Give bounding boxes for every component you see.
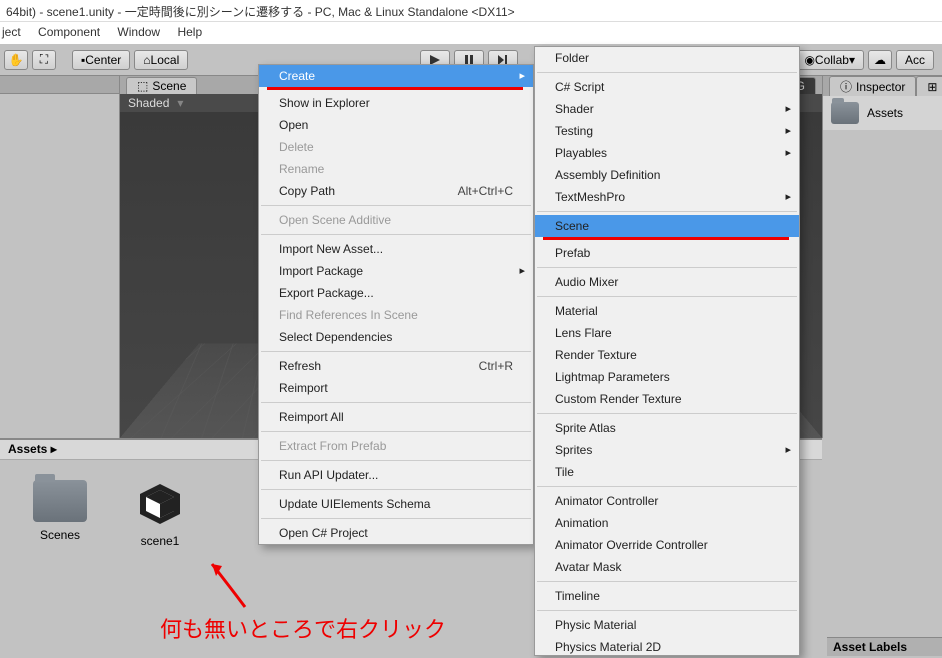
window-titlebar: 64bit) - scene1.unity - 一定時間後に別シーンに遷移する … (0, 0, 942, 22)
menu-create-assembly-definition[interactable]: Assembly Definition (535, 164, 799, 186)
account-button[interactable]: Acc (896, 50, 934, 70)
menu-create-audio-mixer[interactable]: Audio Mixer (535, 271, 799, 293)
menu-separator (537, 610, 797, 611)
menu-create-cs-script[interactable]: C# Script (535, 76, 799, 98)
menu-extract-from-prefab: Extract From Prefab (259, 435, 533, 457)
asset-label: scene1 (141, 534, 180, 548)
shortcut-label: Alt+Ctrl+C (458, 184, 513, 198)
asset-labels-header: Asset Labels (827, 637, 942, 656)
annotation-underline (543, 237, 789, 240)
unity-scene-icon (136, 480, 184, 528)
create-submenu: Folder C# Script Shader Testing Playable… (534, 46, 800, 656)
inspector-assets-label: Assets (867, 106, 903, 120)
menu-create-sprites[interactable]: Sprites (535, 439, 799, 461)
menu-separator (537, 413, 797, 414)
menu-create-animator-override[interactable]: Animator Override Controller (535, 534, 799, 556)
menu-separator (261, 518, 531, 519)
collab-button[interactable]: ◉ Collab ▾ (795, 50, 864, 70)
menu-create-avatar-mask[interactable]: Avatar Mask (535, 556, 799, 578)
transform-tool-button[interactable]: ⛶ (32, 50, 56, 70)
folder-icon (33, 480, 87, 522)
menu-reimport[interactable]: Reimport (259, 377, 533, 399)
asset-label: Scenes (40, 528, 80, 542)
menu-delete: Delete (259, 136, 533, 158)
menu-create-shader[interactable]: Shader (535, 98, 799, 120)
menu-refresh[interactable]: RefreshCtrl+R (259, 355, 533, 377)
menu-separator (537, 581, 797, 582)
menu-help[interactable]: Help (177, 25, 202, 39)
scene-tab[interactable]: ⬚ Scene (126, 77, 197, 94)
menu-create-prefab[interactable]: Prefab (535, 242, 799, 264)
project-context-menu: Create Show in Explorer Open Delete Rena… (258, 64, 534, 545)
menu-open[interactable]: Open (259, 114, 533, 136)
menu-create-render-texture[interactable]: Render Texture (535, 344, 799, 366)
cloud-button[interactable]: ☁ (868, 50, 892, 70)
menu-separator (261, 489, 531, 490)
shading-mode-dropdown[interactable]: Shaded (128, 96, 169, 110)
inspector-assets-row: Assets (823, 96, 942, 130)
menu-create-scene[interactable]: Scene (535, 215, 799, 237)
menu-window[interactable]: Window (117, 25, 160, 39)
menu-create-tile[interactable]: Tile (535, 461, 799, 483)
inspector-panel: ⓘ Inspector ⊞ Ne Assets (822, 76, 942, 438)
menu-import-package[interactable]: Import Package (259, 260, 533, 282)
inspector-tab[interactable]: ⓘ Inspector (829, 76, 916, 96)
annotation-underline (267, 87, 523, 90)
menu-separator (261, 402, 531, 403)
hierarchy-header (0, 76, 119, 94)
menu-update-uielements[interactable]: Update UIElements Schema (259, 493, 533, 515)
menu-show-in-explorer[interactable]: Show in Explorer (259, 92, 533, 114)
menu-create-custom-render-texture[interactable]: Custom Render Texture (535, 388, 799, 410)
menu-component[interactable]: Component (38, 25, 100, 39)
menu-separator (537, 267, 797, 268)
menu-create-lens-flare[interactable]: Lens Flare (535, 322, 799, 344)
pivot-center-button[interactable]: ▪Center (72, 50, 130, 70)
main-menubar: ject Component Window Help (0, 22, 942, 44)
menu-select-dependencies[interactable]: Select Dependencies (259, 326, 533, 348)
menu-find-references: Find References In Scene (259, 304, 533, 326)
menu-create-physics-material-2d[interactable]: Physics Material 2D (535, 636, 799, 658)
menu-project[interactable]: ject (2, 25, 21, 39)
menu-create-sprite-atlas[interactable]: Sprite Atlas (535, 417, 799, 439)
hand-tool-button[interactable]: ✋ (4, 50, 28, 70)
menu-separator (261, 460, 531, 461)
menu-export-package[interactable]: Export Package... (259, 282, 533, 304)
shortcut-label: Ctrl+R (479, 359, 513, 373)
menu-create[interactable]: Create (259, 65, 533, 87)
menu-create-testing[interactable]: Testing (535, 120, 799, 142)
menu-separator (261, 205, 531, 206)
menu-create-timeline[interactable]: Timeline (535, 585, 799, 607)
menu-reimport-all[interactable]: Reimport All (259, 406, 533, 428)
menu-open-csharp-project[interactable]: Open C# Project (259, 522, 533, 544)
menu-create-animation[interactable]: Animation (535, 512, 799, 534)
pivot-local-button[interactable]: ⌂Local (134, 50, 188, 70)
next-tab[interactable]: ⊞ Ne (916, 76, 942, 96)
menu-create-animator-controller[interactable]: Animator Controller (535, 490, 799, 512)
menu-separator (537, 486, 797, 487)
menu-separator (261, 234, 531, 235)
menu-separator (261, 351, 531, 352)
menu-separator (537, 296, 797, 297)
menu-create-material[interactable]: Material (535, 300, 799, 322)
menu-run-api-updater[interactable]: Run API Updater... (259, 464, 533, 486)
menu-create-textmeshpro[interactable]: TextMeshPro (535, 186, 799, 208)
menu-copy-path[interactable]: Copy PathAlt+Ctrl+C (259, 180, 533, 202)
menu-create-playables[interactable]: Playables (535, 142, 799, 164)
folder-icon (831, 102, 859, 124)
annotation-text: 何も無いところで右クリック (160, 612, 446, 644)
hierarchy-panel (0, 76, 120, 438)
menu-create-lightmap-parameters[interactable]: Lightmap Parameters (535, 366, 799, 388)
asset-scene-scene1[interactable]: scene1 (130, 480, 190, 548)
menu-separator (261, 431, 531, 432)
menu-open-scene-additive: Open Scene Additive (259, 209, 533, 231)
menu-separator (537, 211, 797, 212)
menu-rename: Rename (259, 158, 533, 180)
asset-folder-scenes[interactable]: Scenes (30, 480, 90, 548)
menu-separator (537, 72, 797, 73)
menu-create-folder[interactable]: Folder (535, 47, 799, 69)
menu-create-physic-material[interactable]: Physic Material (535, 614, 799, 636)
menu-import-new-asset[interactable]: Import New Asset... (259, 238, 533, 260)
